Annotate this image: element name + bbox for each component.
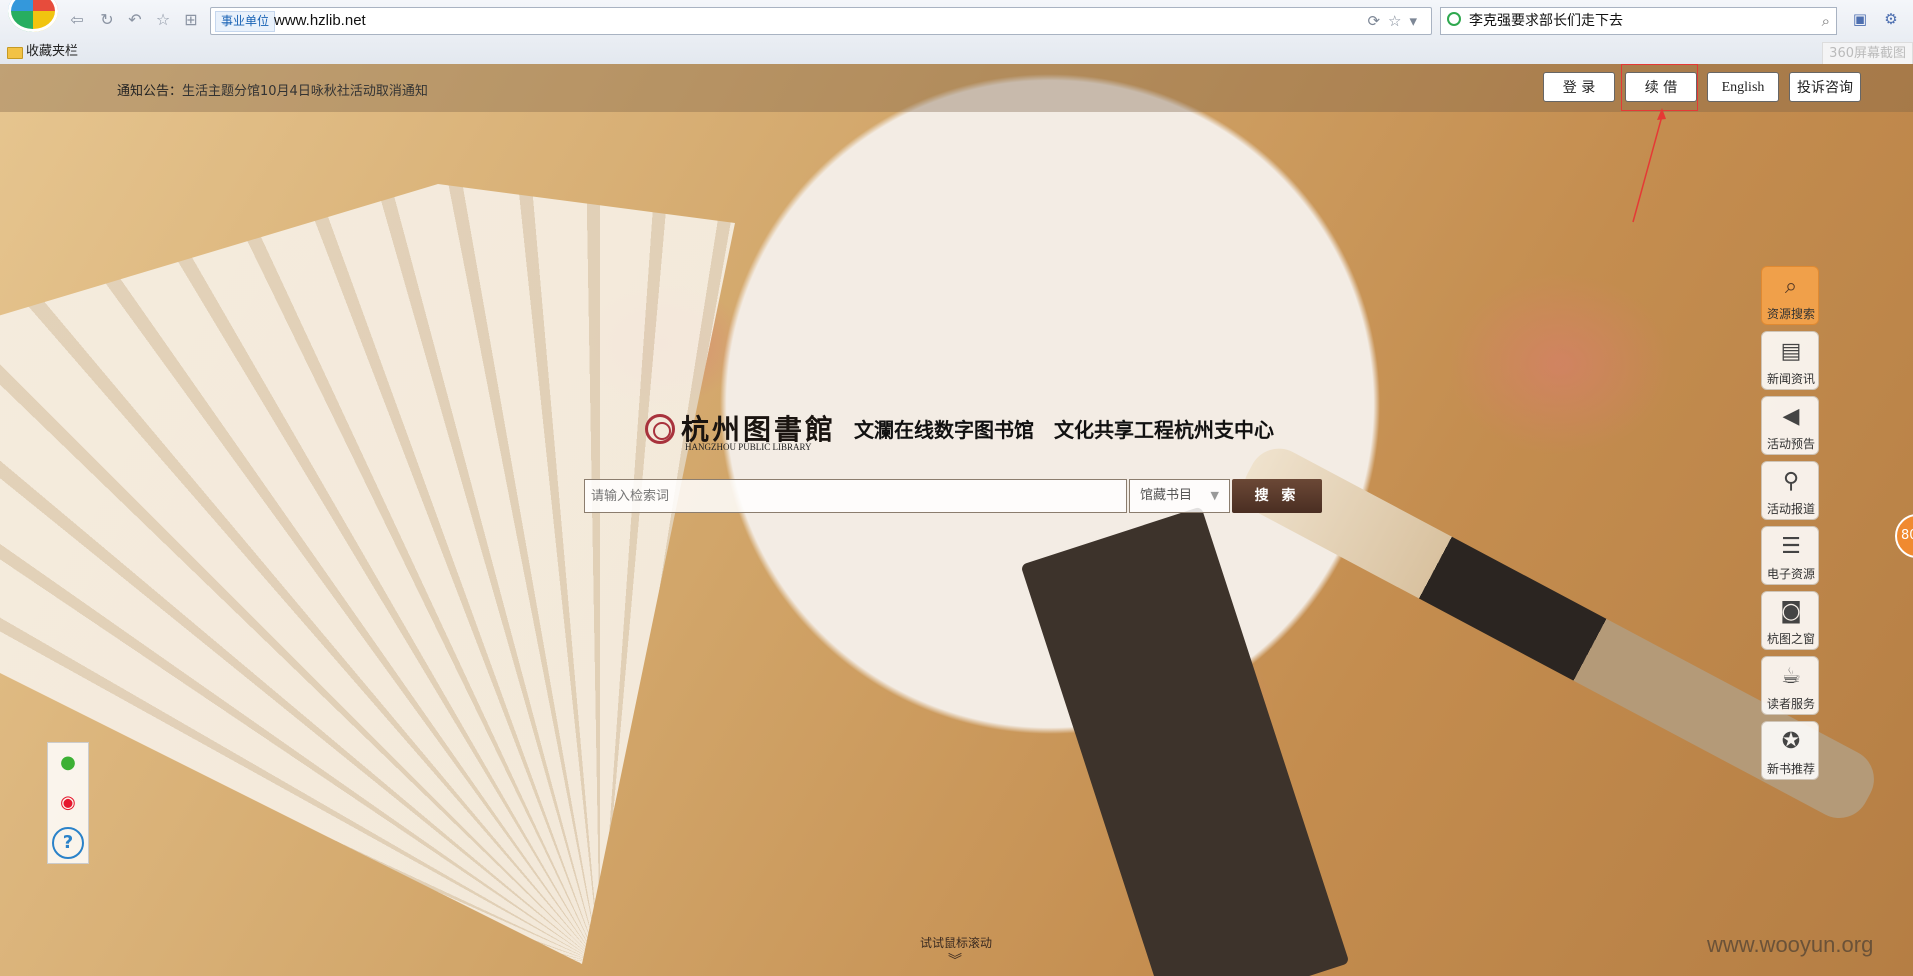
side-item-resource-search[interactable]: ⌕ 资源搜索 (1761, 266, 1819, 325)
side-item-label: 活动预告 (1766, 437, 1815, 451)
notice-label: 通知公告： (117, 84, 183, 99)
library-name-en: HANGZHOU PUBLIC LIBRARY (685, 442, 812, 452)
complaint-button[interactable]: 投诉咨询 (1789, 72, 1861, 102)
search-icon: ⌕ (1784, 274, 1798, 299)
browser-search-query[interactable]: 李克强要求部长们走下去 (1469, 8, 1623, 34)
watermark: www.wooyun.org (1707, 932, 1874, 957)
side-item-label: 杭图之窗 (1766, 632, 1815, 646)
browser-search-box[interactable]: 李克强要求部长们走下去 ⌕ (1440, 7, 1837, 35)
side-item-e-resources[interactable]: ☰ 电子资源 (1761, 526, 1819, 585)
side-item-label: 读者服务 (1766, 697, 1815, 711)
help-icon[interactable]: ? (52, 827, 84, 859)
side-item-reader-services[interactable]: ☕ 读者服务 (1761, 656, 1819, 715)
microphone-icon: ⚲ (1782, 469, 1800, 494)
chevron-down-icon[interactable]: ︾ (948, 950, 962, 970)
annotation-arrow (1632, 108, 1666, 223)
database-icon: ☰ (1781, 534, 1801, 559)
search-scope-select[interactable]: 馆藏书目 ▼ (1129, 479, 1230, 513)
newspaper-icon: ▤ (1780, 339, 1802, 364)
side-item-library-window[interactable]: ◙ 杭图之窗 (1761, 591, 1819, 650)
background-inkstick (1020, 506, 1350, 976)
digital-library-link[interactable]: 文瀾在线数字图书馆 (854, 414, 1034, 443)
side-item-label: 资源搜索 (1766, 307, 1815, 321)
side-item-events-preview[interactable]: ◀ 活动预告 (1761, 396, 1819, 455)
side-item-label: 新书推荐 (1766, 762, 1815, 776)
wrench-icon[interactable]: ⚙ (1880, 8, 1902, 30)
search-input[interactable] (584, 479, 1127, 513)
login-button[interactable]: 登 录 (1543, 72, 1615, 102)
camera-icon: ◙ (1780, 599, 1802, 624)
social-links: ● ◉ ? (47, 742, 89, 864)
search-icon[interactable]: ⌕ (1822, 8, 1830, 34)
library-homepage: 通知公告：生活主题分馆10月4日咏秋社活动取消通知 登 录 续 借 Englis… (0, 64, 1913, 976)
home-star-icon[interactable]: ☆ (152, 9, 174, 31)
side-item-label: 活动报道 (1766, 502, 1815, 516)
culture-share-link[interactable]: 文化共享工程杭州支中心 (1054, 414, 1274, 443)
screenshot-tool-tag: 360屏幕截图 (1822, 42, 1913, 66)
address-bar[interactable]: 事业单位 www.hzlib.net ⟳☆▾ (210, 7, 1432, 35)
library-seal-icon (645, 414, 675, 444)
url-text[interactable]: www.hzlib.net (274, 8, 366, 34)
side-item-label: 新闻资讯 (1766, 372, 1815, 386)
extension-icon[interactable]: ▣ (1849, 8, 1871, 30)
weibo-icon[interactable]: ◉ (52, 787, 84, 819)
wechat-icon[interactable]: ● (52, 747, 84, 779)
back-icon[interactable]: ⇦ (66, 9, 88, 31)
notice-link[interactable]: 生活主题分馆10月4日咏秋社活动取消通知 (182, 84, 428, 99)
side-item-new-books[interactable]: ✪ 新书推荐 (1761, 721, 1819, 780)
scroll-hint: 试试鼠标滚动 (920, 936, 993, 950)
apps-grid-icon[interactable]: ⊞ (180, 9, 202, 31)
dropdown-caret-icon: ▼ (1210, 489, 1219, 502)
undo-icon[interactable]: ↶ (124, 9, 146, 31)
search-engine-icon[interactable] (1447, 12, 1461, 26)
award-icon: ✪ (1781, 729, 1801, 754)
bookmarks-bar: 收藏夹栏 (0, 40, 1913, 64)
refresh-icon[interactable]: ↻ (96, 9, 118, 31)
background-fan (0, 184, 735, 964)
search-button[interactable]: 搜 索 (1232, 479, 1322, 513)
address-bar-actions[interactable]: ⟳☆▾ (1367, 8, 1425, 34)
notice-bar: 通知公告：生活主题分馆10月4日咏秋社活动取消通知 (117, 80, 428, 99)
floating-badge[interactable]: 80 (1895, 514, 1913, 558)
search-scope-value: 馆藏书目 (1140, 488, 1193, 503)
site-category-badge: 事业单位 (215, 11, 276, 32)
side-item-news[interactable]: ▤ 新闻资讯 (1761, 331, 1819, 390)
browser-logo-icon[interactable] (8, 0, 58, 32)
megaphone-icon: ◀ (1782, 404, 1800, 429)
side-item-events-report[interactable]: ⚲ 活动报道 (1761, 461, 1819, 520)
coffee-icon: ☕ (1781, 664, 1801, 689)
browser-chrome: ⇦ ↻ ↶ ☆ ⊞ 事业单位 www.hzlib.net ⟳☆▾ 李克强要求部长… (0, 0, 1913, 66)
side-item-label: 电子资源 (1766, 567, 1815, 581)
folder-icon (7, 47, 23, 59)
bookmarks-folder[interactable]: 收藏夹栏 (26, 40, 78, 64)
english-button[interactable]: English (1707, 72, 1779, 102)
